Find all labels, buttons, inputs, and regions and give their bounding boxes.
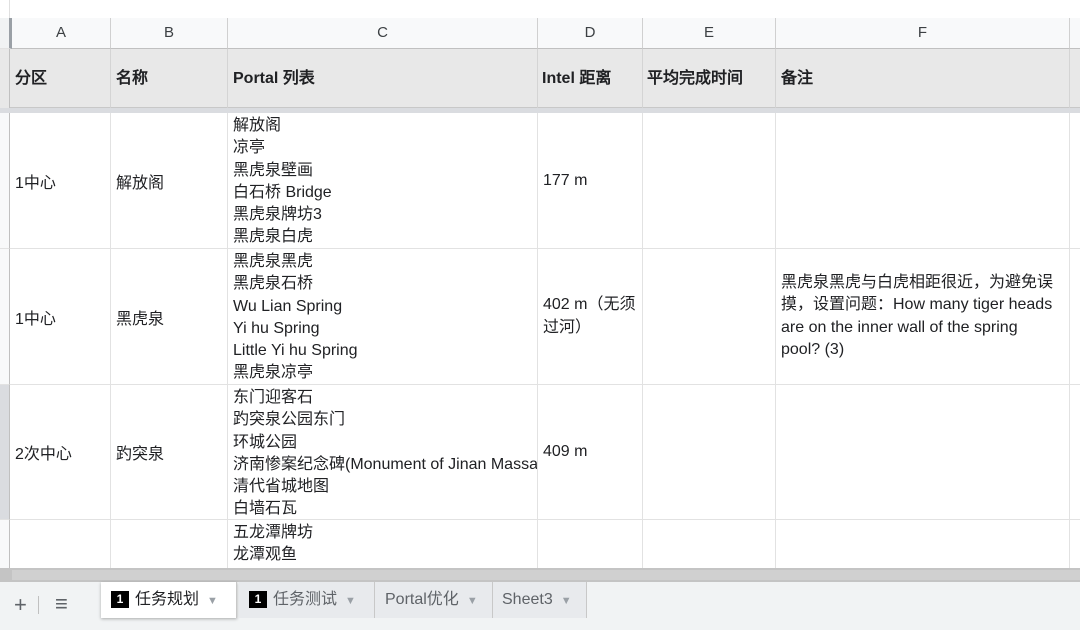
portal-item: 黑虎泉白虎 bbox=[233, 228, 314, 246]
cell-portals[interactable]: 解放阁 凉亭 黑虎泉壁画 白石桥 Bridge 黑虎泉牌坊3 黑虎泉白虎 bbox=[228, 113, 538, 249]
cell-zone[interactable]: 2次中心 bbox=[10, 385, 111, 520]
portal-item: Wu Lian Spring bbox=[233, 297, 343, 315]
column-header-f[interactable]: F bbox=[776, 18, 1070, 49]
table-row: 1中心 解放阁 解放阁 凉亭 黑虎泉壁画 白石桥 Bridge 黑虎泉牌坊3 黑… bbox=[0, 113, 1080, 249]
chevron-down-icon[interactable]: ▼ bbox=[561, 595, 572, 607]
cell-notes[interactable] bbox=[776, 113, 1070, 249]
row-header-4[interactable] bbox=[0, 385, 10, 520]
portal-item: 环城公园 bbox=[233, 433, 298, 451]
cell-name[interactable]: 趵突泉 bbox=[111, 385, 228, 520]
table-row: 2次中心 趵突泉 东门迎客石 趵突泉公园东门 环城公园 济南惨案纪念碑(Monu… bbox=[0, 385, 1080, 520]
plus-icon[interactable]: + bbox=[14, 594, 27, 616]
sheet-list-icon[interactable]: ≡ bbox=[55, 593, 68, 615]
cell-notes[interactable]: 黑虎泉黑虎与白虎相距很近，为避免误摸，设置问题：How many tiger h… bbox=[776, 249, 1070, 385]
column-header-row: A B C D E F bbox=[0, 18, 1080, 49]
cell-zone[interactable]: 1中心 bbox=[10, 249, 111, 385]
cell-portals[interactable]: 东门迎客石 趵突泉公园东门 环城公园 济南惨案纪念碑(Monument of J… bbox=[228, 385, 538, 520]
strip-divider bbox=[9, 0, 10, 18]
header-cell-avg-time[interactable]: 平均完成时间 bbox=[643, 49, 776, 109]
tab-label: Sheet3 bbox=[502, 591, 553, 608]
table-row: 五龙潭牌坊 龙潭观鱼 bbox=[0, 520, 1080, 568]
portal-item: 白石桥 Bridge bbox=[233, 183, 332, 201]
cell-avg-time[interactable] bbox=[643, 520, 776, 568]
cell-name[interactable]: 黑虎泉 bbox=[111, 249, 228, 385]
portal-item: 黑虎泉凉亭 bbox=[233, 364, 314, 382]
portal-item: 东门迎客石 bbox=[233, 389, 314, 406]
row-header-5[interactable] bbox=[0, 520, 10, 568]
tab-task-planning[interactable]: 1 任务规划 ▼ bbox=[101, 582, 237, 618]
cell-avg-time[interactable] bbox=[643, 385, 776, 520]
cell-name[interactable]: 解放阁 bbox=[111, 113, 228, 249]
tab-badge: 1 bbox=[111, 591, 129, 608]
portal-item: 黑虎泉石桥 bbox=[233, 275, 314, 293]
header-cell-portals[interactable]: Portal 列表 bbox=[228, 49, 538, 109]
tab-label: 任务规划 bbox=[135, 591, 200, 608]
header-cell-distance[interactable]: Intel 距离 bbox=[538, 49, 643, 109]
tab-label: 任务测试 bbox=[273, 591, 338, 608]
cell-notes[interactable] bbox=[776, 520, 1070, 568]
portal-item: 清代省城地图 bbox=[233, 478, 330, 496]
cell-avg-time[interactable] bbox=[643, 249, 776, 385]
scrollbar-track[interactable] bbox=[12, 570, 1080, 580]
cell-distance[interactable] bbox=[538, 520, 643, 568]
cell-distance[interactable]: 177 m bbox=[538, 113, 643, 249]
portal-item: 趵突泉公园东门 bbox=[233, 411, 346, 429]
cell-g[interactable] bbox=[1070, 113, 1080, 249]
cell-avg-time[interactable] bbox=[643, 113, 776, 249]
header-cell-notes[interactable]: 备注 bbox=[776, 49, 1070, 109]
sheet-tab-bar: + ≡ 1 任务规划 ▼ 1 任务测试 ▼ Portal优化 ▼ Sheet3 ▼ bbox=[0, 582, 1080, 630]
tab-task-testing[interactable]: 1 任务测试 ▼ bbox=[239, 582, 375, 618]
chevron-down-icon[interactable]: ▼ bbox=[345, 595, 356, 607]
column-header-c[interactable]: C bbox=[228, 18, 538, 49]
row-header-1[interactable] bbox=[0, 49, 10, 109]
spreadsheet-grid[interactable]: A B C D E F 分区 名称 Portal 列表 Intel 距离 平均完… bbox=[0, 18, 1080, 568]
chevron-down-icon[interactable]: ▼ bbox=[207, 595, 218, 607]
column-header-e[interactable]: E bbox=[643, 18, 776, 49]
tab-sheet3[interactable]: Sheet3 ▼ bbox=[493, 582, 587, 618]
portal-item: 白墙石瓦 bbox=[233, 500, 298, 518]
cell-name[interactable] bbox=[111, 520, 228, 568]
toolbar-divider bbox=[38, 596, 39, 614]
table-row: 1中心 黑虎泉 黑虎泉黑虎 黑虎泉石桥 Wu Lian Spring Yi hu… bbox=[0, 249, 1080, 385]
portal-item: 黑虎泉牌坊3 bbox=[233, 206, 322, 224]
column-header-b[interactable]: B bbox=[111, 18, 228, 49]
select-all-corner[interactable] bbox=[0, 18, 12, 49]
tab-badge: 1 bbox=[249, 591, 267, 608]
cell-portals[interactable]: 五龙潭牌坊 龙潭观鱼 bbox=[228, 520, 538, 568]
portal-item: 龙潭观鱼 bbox=[233, 546, 298, 564]
cell-g[interactable] bbox=[1070, 385, 1080, 520]
cell-distance[interactable]: 402 m（无须过河） bbox=[538, 249, 643, 385]
portal-item: 五龙潭牌坊 bbox=[233, 524, 314, 541]
tab-portal-optimization[interactable]: Portal优化 ▼ bbox=[375, 582, 493, 618]
frozen-header-row: 分区 名称 Portal 列表 Intel 距离 平均完成时间 备注 bbox=[0, 49, 1080, 109]
cell-portals[interactable]: 黑虎泉黑虎 黑虎泉石桥 Wu Lian Spring Yi hu Spring … bbox=[228, 249, 538, 385]
column-header-d[interactable]: D bbox=[538, 18, 643, 49]
portal-item: 济南惨案纪念碑(Monument of Jinan Massacre) bbox=[233, 455, 538, 473]
portal-item: 黑虎泉黑虎 bbox=[233, 253, 314, 270]
cell-notes[interactable] bbox=[776, 385, 1070, 520]
cell-zone[interactable] bbox=[10, 520, 111, 568]
header-cell-name[interactable]: 名称 bbox=[111, 49, 228, 109]
portal-item: 凉亭 bbox=[233, 139, 266, 157]
cell-zone[interactable]: 1中心 bbox=[10, 113, 111, 249]
toolbar-strip bbox=[0, 0, 1080, 18]
column-header-g[interactable] bbox=[1070, 18, 1080, 49]
header-cell-zone[interactable]: 分区 bbox=[10, 49, 111, 109]
chevron-down-icon[interactable]: ▼ bbox=[467, 595, 478, 607]
portal-item: Yi hu Spring bbox=[233, 319, 320, 337]
tab-label: Portal优化 bbox=[385, 591, 459, 608]
portal-item: Little Yi hu Spring bbox=[233, 342, 358, 360]
cell-distance[interactable]: 409 m bbox=[538, 385, 643, 520]
portal-item: 解放阁 bbox=[233, 117, 282, 134]
portal-item: 黑虎泉壁画 bbox=[233, 161, 314, 179]
cell-g[interactable] bbox=[1070, 520, 1080, 568]
column-header-a[interactable]: A bbox=[12, 18, 111, 49]
horizontal-scrollbar[interactable] bbox=[0, 568, 1080, 582]
cell-g[interactable] bbox=[1070, 249, 1080, 385]
header-cell-g[interactable] bbox=[1070, 49, 1080, 109]
row-header-3[interactable] bbox=[0, 249, 10, 385]
row-header-2[interactable] bbox=[0, 113, 10, 249]
